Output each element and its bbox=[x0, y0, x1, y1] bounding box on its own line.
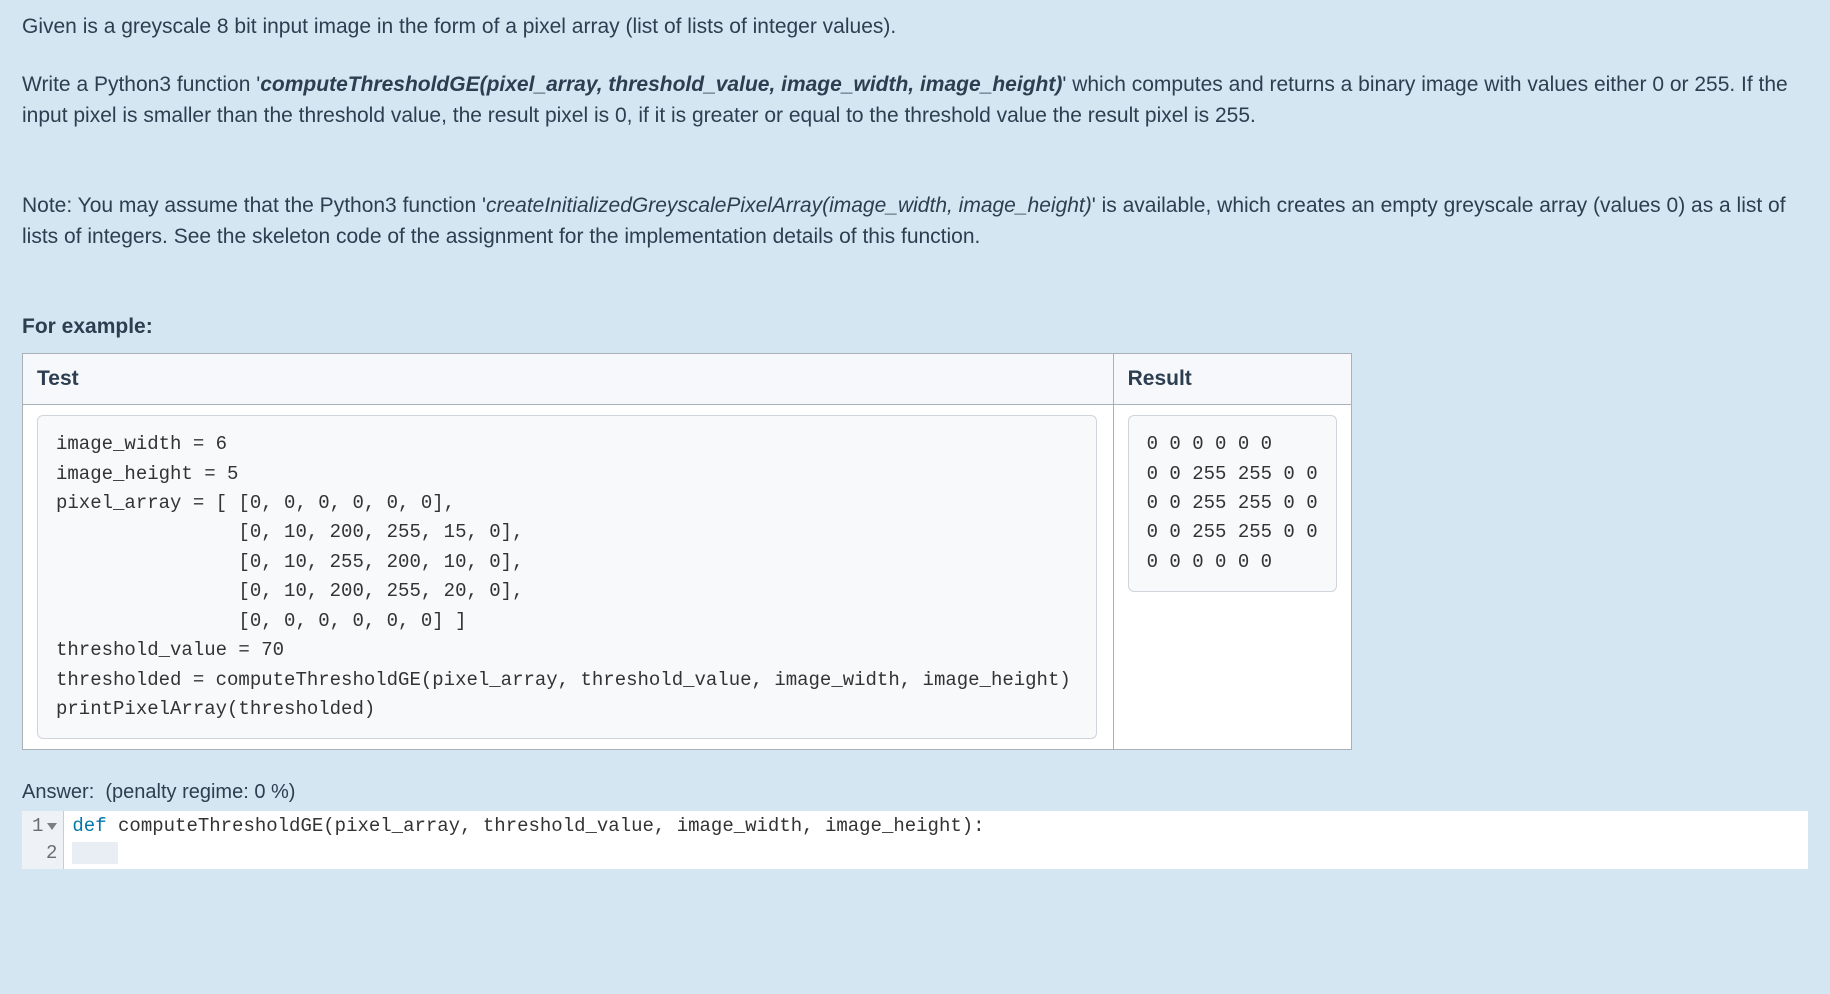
penalty-regime: (penalty regime: 0 %) bbox=[105, 781, 295, 803]
table-header-row: Test Result bbox=[23, 353, 1352, 404]
code-editor[interactable]: 1 2 def computeThresholdGE(pixel_array, … bbox=[22, 811, 1808, 868]
example-table: Test Result image_width = 6 image_height… bbox=[22, 353, 1352, 751]
answer-label: Answer: bbox=[22, 781, 94, 803]
question-paragraph-3: Note: You may assume that the Python3 fu… bbox=[22, 191, 1808, 252]
question-paragraph-2: Write a Python3 function 'computeThresho… bbox=[22, 70, 1808, 131]
editor-gutter: 1 2 bbox=[22, 811, 64, 868]
result-cell: 0 0 0 0 0 0 0 0 255 255 0 0 0 0 255 255 … bbox=[1113, 405, 1351, 750]
question-page: Given is a greyscale 8 bit input image i… bbox=[0, 0, 1830, 869]
result-output: 0 0 0 0 0 0 0 0 255 255 0 0 0 0 255 255 … bbox=[1128, 415, 1337, 592]
function-signature-1: computeThresholdGE(pixel_array, threshol… bbox=[260, 73, 1062, 96]
line-number: 1 bbox=[32, 813, 57, 840]
example-label: For example: bbox=[22, 312, 1808, 342]
question-p3-lead: Note: You may assume that the Python3 fu… bbox=[22, 194, 486, 217]
function-signature-2: createInitializedGreyscalePixelArray(ima… bbox=[486, 194, 1092, 217]
editor-code-area[interactable]: def computeThresholdGE(pixel_array, thre… bbox=[64, 811, 1808, 868]
header-result: Result bbox=[1113, 353, 1351, 404]
table-row: image_width = 6 image_height = 5 pixel_a… bbox=[23, 405, 1352, 750]
code-line-1: computeThresholdGE(pixel_array, threshol… bbox=[107, 815, 985, 837]
line-number: 2 bbox=[32, 840, 57, 867]
answer-label-line: Answer: (penalty regime: 0 %) bbox=[22, 778, 1808, 807]
test-code: image_width = 6 image_height = 5 pixel_a… bbox=[37, 415, 1097, 739]
question-paragraph-1: Given is a greyscale 8 bit input image i… bbox=[22, 12, 1808, 42]
fold-triangle-icon[interactable] bbox=[47, 823, 57, 830]
header-test: Test bbox=[23, 353, 1114, 404]
question-p2-lead: Write a Python3 function ' bbox=[22, 73, 260, 96]
question-p1-text: Given is a greyscale 8 bit input image i… bbox=[22, 15, 896, 38]
keyword-def: def bbox=[72, 815, 106, 837]
test-cell: image_width = 6 image_height = 5 pixel_a… bbox=[23, 405, 1114, 750]
